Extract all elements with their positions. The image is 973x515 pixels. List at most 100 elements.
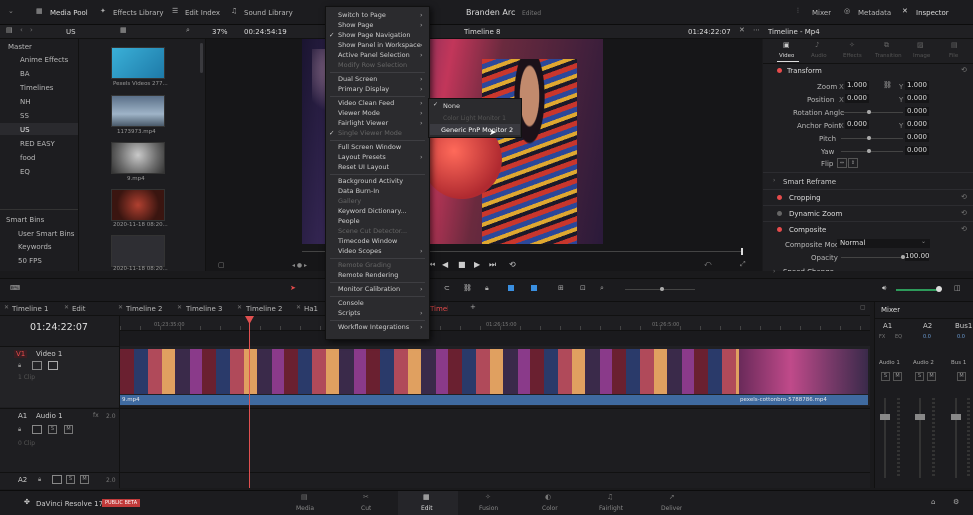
timeline-tab[interactable]: Timeline 2 [246,305,282,313]
transform-header[interactable]: Transform [787,67,822,75]
speaker-icon[interactable]: 🔊︎ [882,284,886,293]
bin-item[interactable]: NH [20,98,31,106]
list-view-icon[interactable]: ▤ [6,26,13,34]
tab-effects-icon[interactable]: ✧ [849,41,855,49]
pitch-slider-knob[interactable] [867,136,871,140]
fader-track[interactable] [884,398,886,478]
clean-feed-none[interactable]: None [443,102,460,110]
solo-button[interactable]: S [915,372,924,381]
menu-item[interactable]: Workflow Integrations › [338,323,423,331]
panel-collapse-icon[interactable]: ⌄ [8,7,14,15]
tab-transition-icon[interactable]: ⧉ [884,41,889,50]
deliver-page-icon[interactable]: ➚ [669,493,675,501]
volume-slider-knob[interactable] [936,286,942,292]
zoom-y-field[interactable]: 1.000 [905,81,929,90]
flip-horizontal-button[interactable]: ⇔ [837,158,847,168]
timeline-view-options-icon[interactable]: ⌨ [10,284,20,292]
loop-icon[interactable]: ⟲ [509,260,516,269]
anchor-x-field[interactable]: 0.000 [845,120,869,129]
color-page-icon[interactable]: ◐ [545,493,551,501]
lock-track-icon[interactable]: 🔒︎ [38,476,41,484]
bin-item[interactable]: US [20,126,30,134]
menu-item[interactable]: Single Viewer Mode ✓ [329,129,402,137]
effects-library-icon[interactable]: ✦ [100,7,106,15]
menu-item[interactable]: Keyword Dictionary... [338,207,406,215]
tab-file-icon[interactable]: ▤ [951,41,958,49]
fusion-page-icon[interactable]: ✧ [485,493,491,501]
rotation-slider[interactable] [841,112,903,113]
inspector-button[interactable]: Inspector [916,9,949,17]
transform-enable[interactable] [777,68,782,73]
menu-item[interactable]: Primary Display › [338,85,423,93]
menu-item[interactable]: Layout Presets › [338,153,423,161]
timeline-tab[interactable]: Timeline 3 [186,305,222,313]
page-tab-fairlight[interactable]: Fairlight [599,505,623,512]
close-icon[interactable]: ✕ [739,26,745,34]
bin-item[interactable]: EQ [20,168,30,176]
bin-item[interactable]: Anime Effects [20,56,68,64]
auto-select-icon[interactable] [32,425,42,434]
smart-reframe-header[interactable]: Smart Reframe [783,178,836,186]
yaw-field[interactable]: 0.000 [905,146,929,155]
lock-track-icon[interactable]: 🔒︎ [18,426,21,434]
menu-item[interactable]: Full Screen Window [338,143,401,151]
solo-button[interactable]: S [881,372,890,381]
next-clip-icon[interactable]: ⏭ [489,260,496,270]
jog-control-icon[interactable]: ◂ ● ▸ [292,262,307,269]
tab-video-icon[interactable]: ▣ [783,41,790,49]
marker-icon[interactable] [531,285,537,291]
expand-icon[interactable]: › [773,177,775,184]
dynamic-zoom-header[interactable]: Dynamic Zoom [789,210,842,218]
cropping-enable[interactable] [777,195,782,200]
opacity-slider[interactable] [841,257,903,258]
page-tab-media[interactable]: Media [296,505,314,512]
sound-library-button[interactable]: Sound Library [244,9,293,17]
bin-item[interactable]: BA [20,70,30,78]
pitch-field[interactable]: 0.000 [905,133,929,142]
play-icon[interactable]: ▶ [474,260,480,269]
sound-library-icon[interactable]: ♫ [231,7,237,15]
page-tab-edit[interactable]: Edit [421,505,433,512]
fx-icon[interactable]: fx [93,412,99,419]
metadata-icon[interactable]: ◎ [844,7,850,15]
timeline-tab[interactable]: Ha1 [304,305,318,313]
anchor-y-field[interactable]: 0.000 [905,120,929,129]
tab-audio-icon[interactable]: ♪ [815,41,819,49]
timeline-tab-close[interactable]: ✕ [296,304,301,311]
composite-mode-select[interactable]: Normal [837,239,930,248]
options-icon[interactable]: ⋯ [753,26,760,34]
fx-slot[interactable]: FX [879,334,885,340]
v1-label[interactable]: V1 [14,350,28,358]
bin-item-selected[interactable] [0,123,78,135]
auto-select-icon[interactable] [32,361,42,370]
tab-image-icon[interactable]: ▨ [917,41,924,49]
menu-item[interactable]: Video Clean Feed › [327,97,428,107]
yaw-slider-knob[interactable] [867,149,871,153]
fader-knob[interactable] [915,414,925,420]
menu-item[interactable]: Dual Screen › [338,75,423,83]
timeline-tab-close[interactable]: ✕ [4,304,9,311]
tab-file[interactable]: File [949,53,958,59]
media-pool-button[interactable]: Media Pool [50,9,88,17]
disable-track-icon[interactable] [48,361,58,370]
mute-button[interactable]: M [80,475,89,484]
menu-item[interactable]: Remote Rendering [338,271,398,279]
timeline-tab[interactable]: Timeline 1 [12,305,48,313]
reset-icon[interactable]: ⟲ [961,225,967,233]
menu-item[interactable]: Timecode Window [338,237,397,245]
mixer-icon[interactable]: ⫶ [797,7,799,16]
bin-item[interactable]: RED EASY [20,140,55,148]
tab-image[interactable]: Image [913,53,930,59]
solo-button[interactable]: S [66,475,75,484]
speed-change-header[interactable]: Speed Change [783,268,834,271]
tab-audio[interactable]: Audio [811,53,827,59]
grid-view-icon[interactable]: ▦ [120,26,127,34]
media-thumbnail[interactable] [111,47,165,79]
mute-button[interactable]: M [893,372,902,381]
menu-item[interactable]: People [338,217,360,225]
edit-index-icon[interactable]: ☰ [172,7,178,15]
bin-item[interactable]: food [20,154,35,162]
dim-icon[interactable]: ◫ [954,284,961,292]
media-thumbnail[interactable] [111,95,165,127]
auto-select-icon[interactable] [52,475,62,484]
